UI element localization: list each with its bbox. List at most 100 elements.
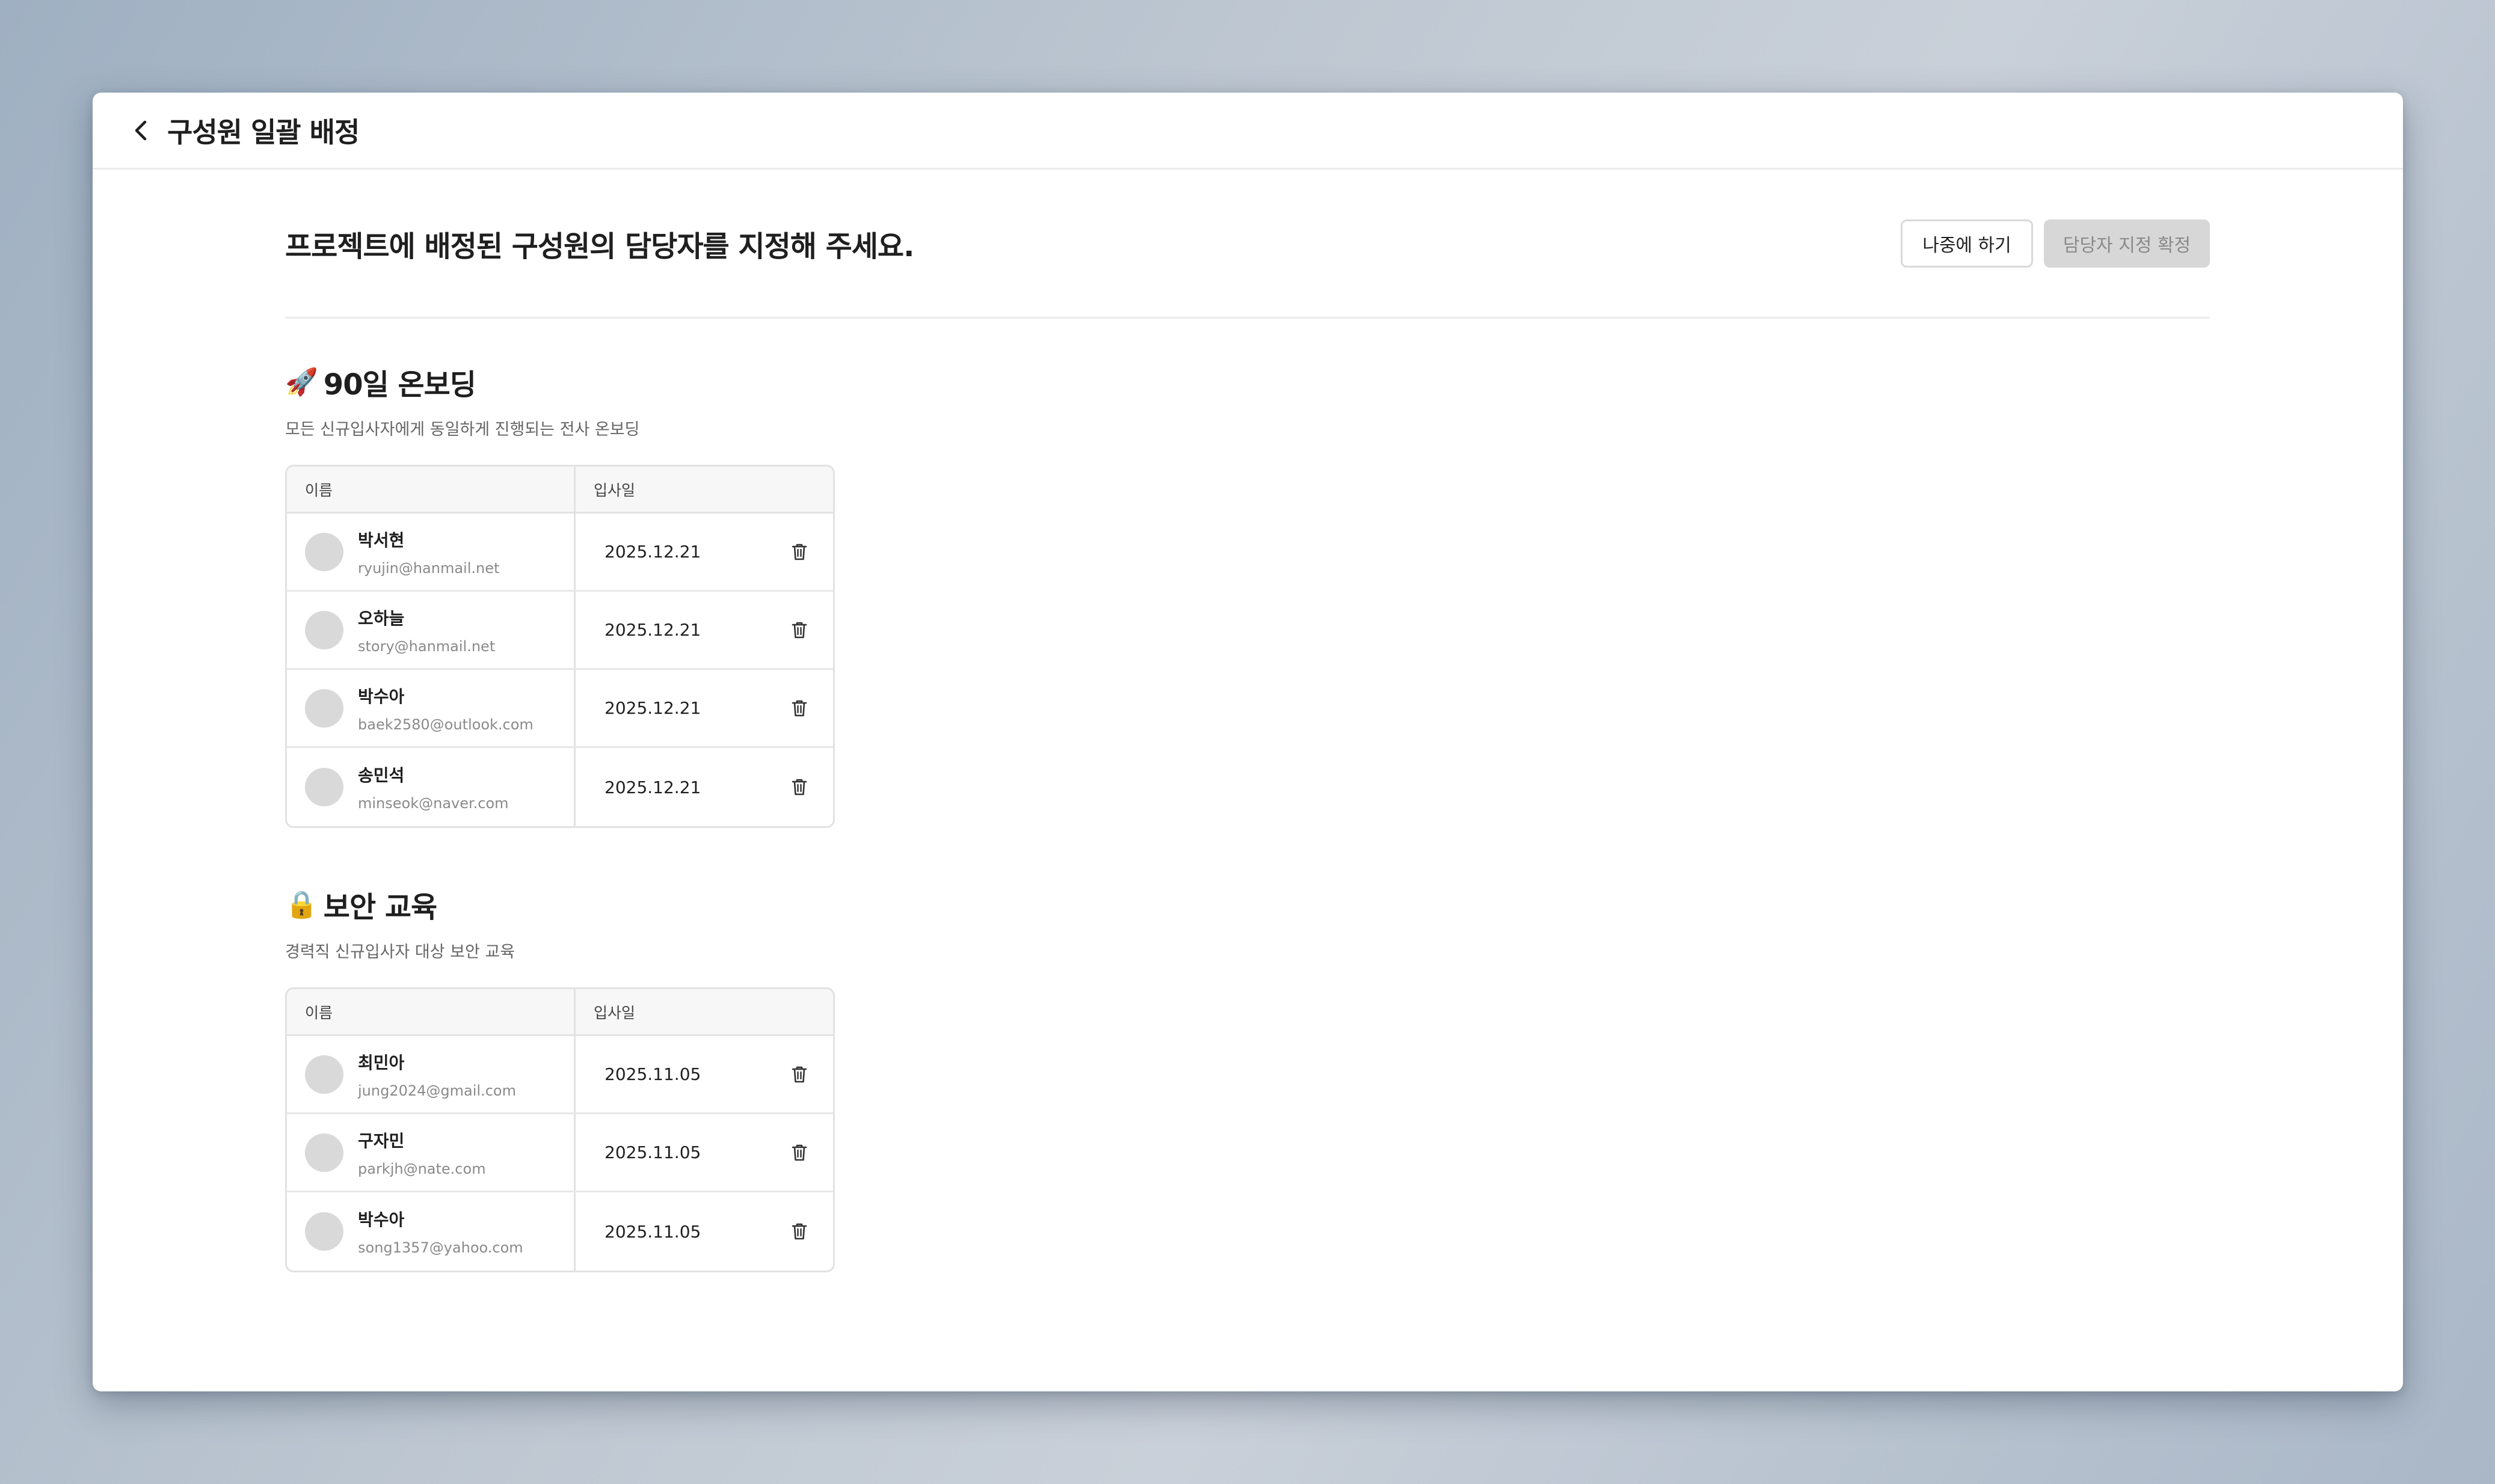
member-row: 박수아 song1357@yahoo.com 2025.11.05 — [287, 1192, 833, 1271]
section-title: 🚀 90일 온보딩 — [285, 361, 2210, 403]
delete-member-button[interactable] — [787, 775, 811, 799]
member-name: 송민석 — [358, 765, 405, 785]
member-email: baek2580@outlook.com — [358, 716, 534, 733]
member-email: song1357@yahoo.com — [358, 1239, 523, 1256]
member-cell: 박서현 ryujin@hanmail.net — [287, 514, 576, 590]
header-join-date: 입사일 — [594, 1004, 636, 1022]
date-cell: 2025.11.05 — [576, 1114, 833, 1191]
header-join-date: 입사일 — [594, 481, 636, 499]
member-info: 박수아 baek2580@outlook.com — [358, 684, 534, 733]
delete-member-button[interactable] — [787, 1062, 811, 1087]
date-cell: 2025.12.21 — [576, 592, 833, 668]
table-header: 이름 입사일 — [287, 989, 833, 1036]
section-title: 🔒 보안 교육 — [285, 883, 2210, 925]
avatar — [305, 688, 343, 728]
member-row: 구자민 parkjh@nate.com 2025.11.05 — [287, 1114, 833, 1192]
delete-member-button[interactable] — [787, 696, 811, 720]
section-description: 경력직 신규입사자 대상 보안 교육 — [285, 943, 515, 961]
member-email: ryujin@hanmail.net — [358, 559, 500, 577]
trash-icon — [792, 1144, 807, 1161]
member-row: 박서현 ryujin@hanmail.net 2025.12.21 — [287, 514, 833, 592]
member-info: 박수아 song1357@yahoo.com — [358, 1207, 523, 1256]
date-cell: 2025.11.05 — [576, 1192, 833, 1271]
instruction-heading: 프로젝트에 배정된 구성원의 담당자를 지정해 주세요. — [285, 229, 914, 263]
member-name: 박서현 — [358, 530, 405, 550]
delete-member-button[interactable] — [787, 1141, 811, 1165]
page-title: 구성원 일괄 배정 — [167, 115, 360, 149]
section-description: 모든 신규입사자에게 동일하게 진행되는 전사 온보딩 — [285, 420, 640, 439]
avatar — [305, 532, 343, 571]
member-cell: 박수아 song1357@yahoo.com — [287, 1192, 576, 1271]
member-info: 송민석 minseok@naver.com — [358, 762, 509, 812]
date-cell: 2025.11.05 — [576, 1036, 833, 1112]
date-cell: 2025.12.21 — [576, 514, 833, 590]
avatar — [305, 1133, 343, 1172]
join-date: 2025.12.21 — [605, 620, 701, 640]
member-name: 구자민 — [358, 1130, 405, 1151]
member-cell: 오하늘 story@hanmail.net — [287, 592, 576, 668]
member-email: minseok@naver.com — [358, 795, 509, 812]
header-name: 이름 — [287, 989, 576, 1034]
member-cell: 박수아 baek2580@outlook.com — [287, 670, 576, 746]
member-email: jung2024@gmail.com — [358, 1082, 516, 1099]
delete-member-button[interactable] — [787, 1219, 811, 1243]
join-date: 2025.11.05 — [605, 1064, 701, 1084]
action-buttons: 나중에 하기 담당자 지정 확정 — [1901, 219, 2210, 268]
avatar — [305, 1212, 343, 1251]
join-date: 2025.12.21 — [605, 542, 701, 562]
header-name: 이름 — [287, 467, 576, 512]
delete-member-button[interactable] — [787, 618, 811, 642]
app-window: 구성원 일괄 배정 프로젝트에 배정된 구성원의 담당자를 지정해 주세요. 나… — [93, 93, 2403, 1391]
member-table: 이름 입사일 박서현 ryujin@hanmail.net 2025.12.21 — [285, 465, 835, 828]
member-email: parkjh@nate.com — [358, 1160, 486, 1177]
course-section: 🔒 보안 교육 경력직 신규입사자 대상 보안 교육 이름 입사일 최민아 ju… — [285, 883, 2210, 1272]
delete-member-button[interactable] — [787, 540, 811, 564]
member-cell: 송민석 minseok@naver.com — [287, 748, 576, 826]
member-info: 오하늘 story@hanmail.net — [358, 606, 495, 655]
member-table: 이름 입사일 최민아 jung2024@gmail.com 2025.11.05 — [285, 987, 835, 1272]
join-date: 2025.11.05 — [605, 1221, 701, 1242]
section-emoji: 🚀 — [285, 367, 318, 397]
member-cell: 최민아 jung2024@gmail.com — [287, 1036, 576, 1112]
trash-icon — [792, 1223, 807, 1240]
member-row: 송민석 minseok@naver.com 2025.12.21 — [287, 748, 833, 826]
member-info: 최민아 jung2024@gmail.com — [358, 1050, 516, 1099]
section-emoji: 🔒 — [285, 889, 318, 920]
join-date: 2025.11.05 — [605, 1142, 701, 1162]
course-section: 🚀 90일 온보딩 모든 신규입사자에게 동일하게 진행되는 전사 온보딩 이름… — [285, 361, 2210, 828]
join-date: 2025.12.21 — [605, 777, 701, 797]
section-title-text: 90일 온보딩 — [323, 368, 476, 402]
member-row: 최민아 jung2024@gmail.com 2025.11.05 — [287, 1036, 833, 1114]
header-row: 프로젝트에 배정된 구성원의 담당자를 지정해 주세요. 나중에 하기 담당자 … — [285, 170, 2210, 319]
trash-icon — [792, 700, 807, 716]
trash-icon — [792, 1066, 807, 1082]
back-button[interactable] — [123, 112, 159, 149]
table-header: 이름 입사일 — [287, 467, 833, 514]
avatar — [305, 610, 343, 649]
join-date: 2025.12.21 — [605, 698, 701, 718]
member-name: 박수아 — [358, 686, 405, 707]
main-content: 프로젝트에 배정된 구성원의 담당자를 지정해 주세요. 나중에 하기 담당자 … — [285, 170, 2210, 1272]
member-cell: 구자민 parkjh@nate.com — [287, 1114, 576, 1191]
avatar — [305, 768, 343, 806]
member-info: 구자민 parkjh@nate.com — [358, 1128, 486, 1177]
later-button[interactable]: 나중에 하기 — [1901, 219, 2033, 268]
member-info: 박서현 ryujin@hanmail.net — [358, 527, 499, 577]
member-row: 오하늘 story@hanmail.net 2025.12.21 — [287, 592, 833, 670]
sections-container: 🚀 90일 온보딩 모든 신규입사자에게 동일하게 진행되는 전사 온보딩 이름… — [285, 361, 2210, 1272]
trash-icon — [792, 622, 807, 638]
date-cell: 2025.12.21 — [576, 748, 833, 826]
member-name: 오하늘 — [358, 608, 405, 628]
member-email: story@hanmail.net — [358, 637, 496, 655]
avatar — [305, 1055, 343, 1094]
confirm-assignee-button[interactable]: 담당자 지정 확정 — [2044, 219, 2210, 268]
member-name: 박수아 — [358, 1210, 405, 1230]
member-name: 최민아 — [358, 1052, 405, 1073]
section-title-text: 보안 교육 — [323, 891, 437, 924]
trash-icon — [792, 779, 807, 796]
member-row: 박수아 baek2580@outlook.com 2025.12.21 — [287, 670, 833, 748]
chevron-left-icon — [135, 120, 147, 140]
trash-icon — [792, 544, 807, 560]
top-bar: 구성원 일괄 배정 — [93, 93, 2403, 170]
date-cell: 2025.12.21 — [576, 670, 833, 746]
